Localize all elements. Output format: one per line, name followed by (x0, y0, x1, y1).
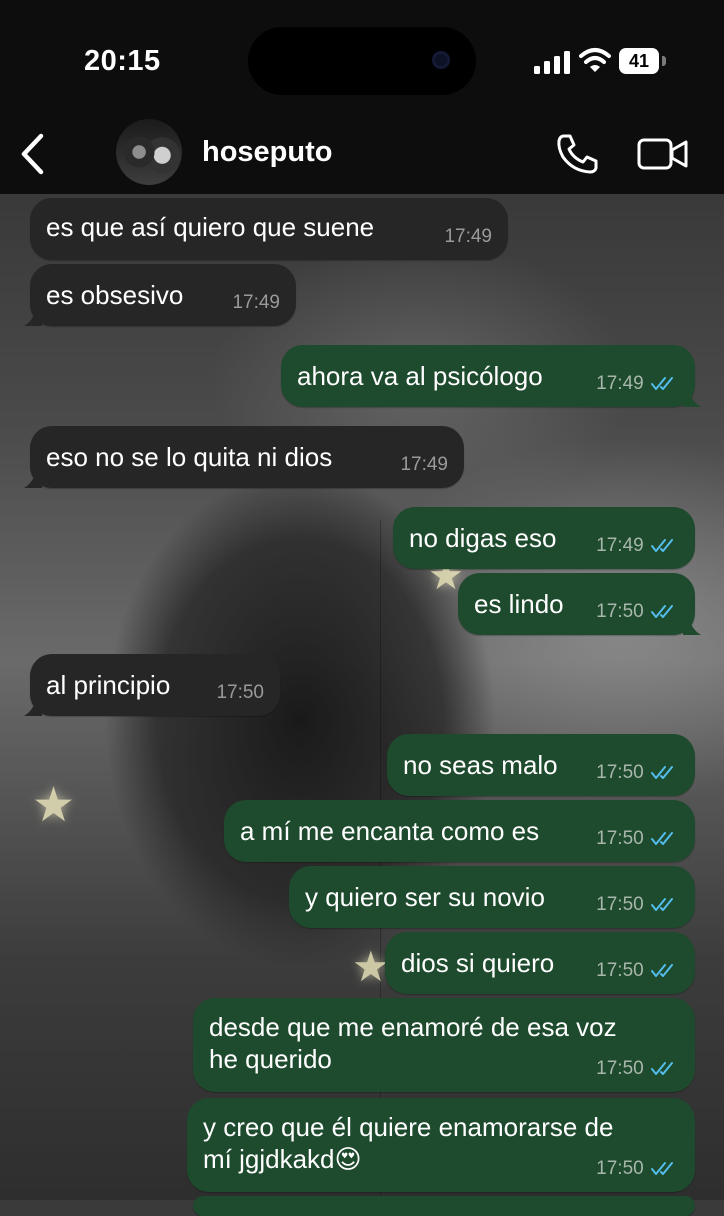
message-text: y quiero ser su novio (305, 882, 545, 912)
message-time: 17:50 (596, 601, 644, 622)
message-text: dios si quiero (401, 948, 555, 978)
star-decoration: ★ (32, 779, 76, 832)
outgoing-message[interactable]: desde que me enamoré de esa voz he queri… (193, 998, 695, 1092)
bubble-tail (683, 617, 701, 635)
incoming-message[interactable]: es que así quiero que suene 17:49 (30, 198, 508, 260)
double-check-icon (651, 831, 673, 845)
message-time: 17:49 (444, 226, 492, 247)
message-text: es lindo (474, 589, 564, 619)
message-text: no digas eso (409, 523, 557, 553)
message-text: no seas malo (403, 750, 558, 780)
message-text: ahora va al psicólogo (297, 361, 543, 391)
bubble-tail (24, 698, 42, 716)
outgoing-message[interactable]: a mí me encanta como es 17:50 (224, 800, 695, 862)
message-time: 17:49 (232, 292, 280, 313)
message-text: a mí me encanta como es (240, 816, 540, 846)
outgoing-message[interactable]: y creo que él quiere enamorarse de mí jg… (187, 1098, 695, 1192)
front-camera (432, 51, 450, 69)
message-time: 17:50 (596, 894, 644, 915)
wifi-icon (579, 48, 611, 72)
status-time: 20:15 (84, 45, 161, 77)
double-check-icon (651, 604, 673, 618)
outgoing-message[interactable]: dios si quiero 17:50 (385, 932, 695, 994)
outgoing-message[interactable]: ahora va al psicólogo 17:49 (281, 345, 701, 407)
battery-icon: 41 (619, 48, 659, 74)
message-text: es que así quiero que suene (46, 212, 375, 242)
bubble-tail (683, 389, 701, 407)
incoming-message[interactable]: eso no se lo quita ni dios 17:49 (24, 426, 464, 488)
back-chevron-icon[interactable] (14, 130, 54, 178)
double-check-icon (651, 963, 673, 977)
message-text: y creo que él quiere enamorarse de (203, 1112, 614, 1142)
bubble-tail (24, 308, 42, 326)
message-time: 17:50 (596, 1058, 644, 1079)
message-time: 17:50 (596, 828, 644, 849)
avatar[interactable] (116, 119, 182, 185)
bubble-tail (24, 470, 42, 488)
outgoing-message-partial[interactable] (193, 1196, 695, 1216)
outgoing-message[interactable]: no digas eso 17:49 (393, 507, 695, 569)
message-time: 17:50 (596, 762, 644, 783)
dynamic-island (248, 27, 476, 95)
message-time: 17:50 (596, 960, 644, 981)
battery-cap (662, 56, 666, 66)
incoming-message[interactable]: es obsesivo 17:49 (24, 264, 296, 326)
phone-icon[interactable] (555, 133, 601, 175)
message-time: 17:49 (596, 535, 644, 556)
message-time: 17:49 (400, 454, 448, 475)
top-bar: 20:15 41 hoseputo (0, 0, 724, 194)
outgoing-message[interactable]: es lindo 17:50 (458, 573, 701, 635)
message-text: eso no se lo quita ni dios (46, 442, 333, 472)
double-check-icon (651, 376, 673, 390)
double-check-icon (651, 897, 673, 911)
message-time: 17:50 (596, 1158, 644, 1179)
incoming-message[interactable]: al principio 17:50 (24, 654, 280, 716)
star-decoration: ★ (352, 943, 390, 990)
message-text: al principio (46, 670, 171, 700)
message-text: mí jgjdkakd😍 (203, 1144, 362, 1174)
message-text: desde que me enamoré de esa voz (209, 1012, 617, 1042)
video-camera-icon[interactable] (637, 135, 689, 173)
message-time: 17:50 (216, 682, 264, 703)
contact-name[interactable]: hoseputo (202, 136, 333, 169)
outgoing-message[interactable]: y quiero ser su novio 17:50 (289, 866, 695, 928)
message-status: 17:49 (596, 373, 679, 395)
message-text: es obsesivo (46, 280, 184, 310)
double-check-icon (651, 765, 673, 779)
message-text: he querido (209, 1044, 332, 1074)
message-time: 17:49 (596, 373, 644, 394)
signal-icon (534, 50, 570, 74)
double-check-icon (651, 538, 673, 552)
outgoing-message[interactable]: no seas malo 17:50 (387, 734, 695, 796)
double-check-icon (651, 1061, 673, 1075)
double-check-icon (651, 1161, 673, 1175)
